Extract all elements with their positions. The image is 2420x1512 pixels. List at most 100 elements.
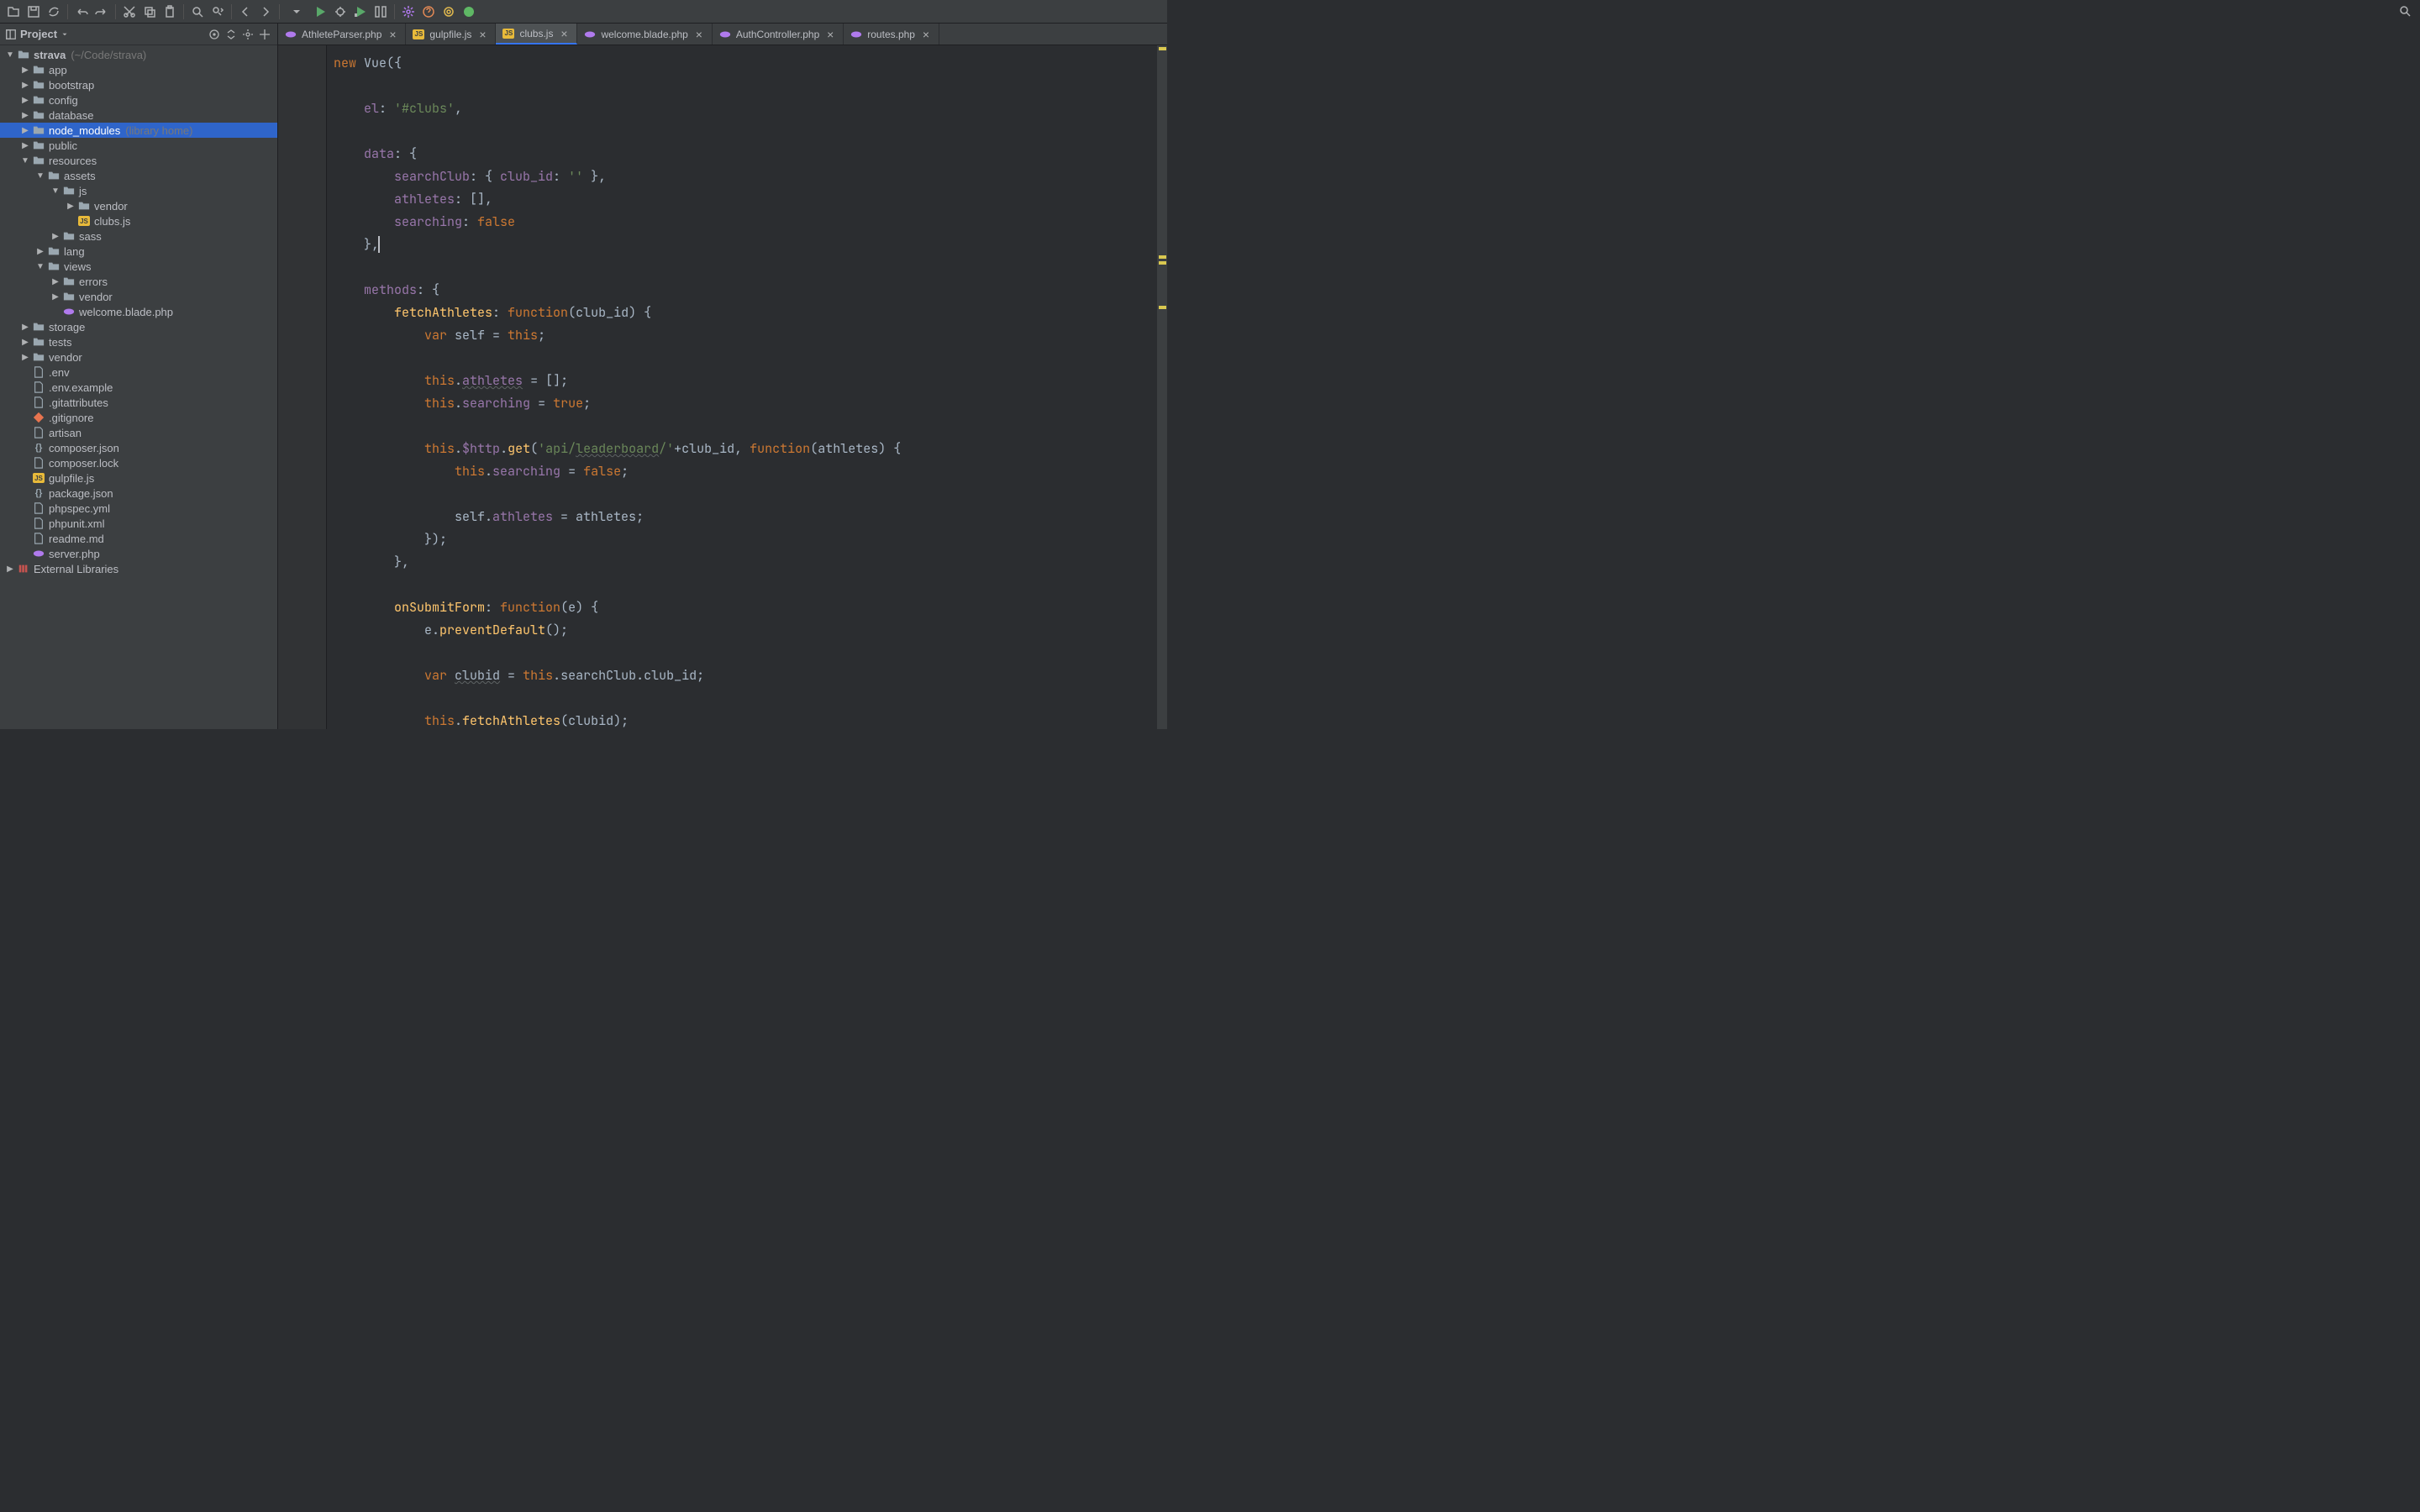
expand-arrow-icon[interactable] — [34, 260, 47, 273]
tree-item[interactable]: database — [0, 108, 277, 123]
tree-item[interactable]: vendor — [0, 198, 277, 213]
tree-item[interactable]: vendor — [0, 349, 277, 365]
tree-item[interactable]: assets — [0, 168, 277, 183]
editor-tab[interactable]: JSgulpfile.js× — [406, 24, 496, 45]
run-config-dropdown[interactable] — [285, 3, 308, 20]
warning-mark[interactable] — [1159, 306, 1166, 309]
editor-gutter[interactable] — [278, 45, 327, 729]
collapse-icon[interactable] — [224, 27, 239, 42]
tree-item[interactable]: .gitattributes — [0, 395, 277, 410]
tree-item[interactable]: node_modules(library home) — [0, 123, 277, 138]
tree-item[interactable]: artisan — [0, 425, 277, 440]
expand-arrow-icon[interactable] — [3, 48, 17, 61]
tree-item[interactable]: {}composer.json — [0, 440, 277, 455]
settings-icon[interactable] — [400, 3, 417, 20]
tree-item[interactable]: app — [0, 62, 277, 77]
external-libraries[interactable]: External Libraries — [0, 561, 277, 576]
expand-arrow-icon[interactable] — [18, 335, 32, 349]
tree-item[interactable]: JSgulpfile.js — [0, 470, 277, 486]
editor-tab[interactable]: AthleteParser.php× — [278, 24, 406, 45]
tree-item[interactable]: .gitignore — [0, 410, 277, 425]
close-icon[interactable]: × — [387, 28, 398, 41]
back-icon[interactable] — [237, 3, 254, 20]
close-icon[interactable]: × — [920, 28, 932, 41]
editor-tab[interactable]: AuthController.php× — [713, 24, 844, 45]
tree-item[interactable]: phpunit.xml — [0, 516, 277, 531]
tree-item[interactable]: vendor — [0, 289, 277, 304]
gear-icon[interactable] — [240, 27, 255, 42]
tree-item[interactable]: errors — [0, 274, 277, 289]
tree-item[interactable]: resources — [0, 153, 277, 168]
sync-icon[interactable] — [45, 3, 62, 20]
code-content[interactable]: new Vue({ el: '#clubs', data: { searchCl… — [327, 45, 1167, 729]
expand-arrow-icon[interactable] — [34, 169, 47, 182]
tree-item[interactable]: .env — [0, 365, 277, 380]
tree-item[interactable]: views — [0, 259, 277, 274]
tree-item[interactable]: lang — [0, 244, 277, 259]
expand-arrow-icon[interactable] — [18, 154, 32, 167]
close-icon[interactable]: × — [693, 28, 705, 41]
code-editor[interactable]: new Vue({ el: '#clubs', data: { searchCl… — [278, 45, 1167, 729]
expand-arrow-icon[interactable] — [18, 78, 32, 92]
expand-arrow-icon[interactable] — [18, 63, 32, 76]
tree-item[interactable]: phpspec.yml — [0, 501, 277, 516]
warning-mark[interactable] — [1159, 47, 1166, 50]
expand-arrow-icon[interactable] — [18, 123, 32, 137]
copy-icon[interactable] — [141, 3, 158, 20]
replace-icon[interactable] — [209, 3, 226, 20]
locate-icon[interactable] — [207, 27, 222, 42]
expand-arrow-icon[interactable] — [18, 108, 32, 122]
profile-icon[interactable] — [372, 3, 389, 20]
editor-tab[interactable]: JSclubs.js× — [496, 24, 577, 45]
close-icon[interactable]: × — [824, 28, 836, 41]
hide-icon[interactable] — [257, 27, 272, 42]
paste-icon[interactable] — [161, 3, 178, 20]
cut-icon[interactable] — [121, 3, 138, 20]
new-ui-icon[interactable] — [460, 3, 477, 20]
find-icon[interactable] — [189, 3, 206, 20]
sidebar-title[interactable]: Project — [5, 28, 69, 40]
expand-arrow-icon[interactable] — [18, 93, 32, 107]
project-tree[interactable]: strava (~/Code/strava) appbootstrapconfi… — [0, 45, 277, 729]
search-everywhere-icon[interactable] — [2396, 3, 2413, 19]
tree-item[interactable]: public — [0, 138, 277, 153]
run-icon[interactable] — [312, 3, 329, 20]
expand-arrow-icon[interactable] — [49, 275, 62, 288]
tree-item[interactable]: .env.example — [0, 380, 277, 395]
close-icon[interactable]: × — [476, 28, 488, 41]
tree-item[interactable]: welcome.blade.php — [0, 304, 277, 319]
tree-item[interactable]: bootstrap — [0, 77, 277, 92]
tree-item[interactable]: {}package.json — [0, 486, 277, 501]
tree-item[interactable]: server.php — [0, 546, 277, 561]
editor-tab[interactable]: routes.php× — [844, 24, 939, 45]
expand-arrow-icon[interactable] — [3, 562, 17, 575]
scrollbar-marks[interactable] — [1157, 45, 1167, 729]
help-icon[interactable] — [420, 3, 437, 20]
tree-item[interactable]: readme.md — [0, 531, 277, 546]
open-icon[interactable] — [5, 3, 22, 20]
expand-arrow-icon[interactable] — [49, 184, 62, 197]
warning-mark[interactable] — [1159, 261, 1166, 265]
tree-item[interactable]: storage — [0, 319, 277, 334]
expand-arrow-icon[interactable] — [18, 320, 32, 333]
expand-arrow-icon[interactable] — [18, 350, 32, 364]
save-icon[interactable] — [25, 3, 42, 20]
tree-item[interactable]: sass — [0, 228, 277, 244]
tree-item[interactable]: composer.lock — [0, 455, 277, 470]
forward-icon[interactable] — [257, 3, 274, 20]
ide-settings-icon[interactable] — [440, 3, 457, 20]
tree-item[interactable]: js — [0, 183, 277, 198]
expand-arrow-icon[interactable] — [34, 244, 47, 258]
undo-icon[interactable] — [73, 3, 90, 20]
redo-icon[interactable] — [93, 3, 110, 20]
tree-item[interactable]: JSclubs.js — [0, 213, 277, 228]
expand-arrow-icon[interactable] — [49, 290, 62, 303]
coverage-icon[interactable] — [352, 3, 369, 20]
editor-tab[interactable]: welcome.blade.php× — [577, 24, 712, 45]
expand-arrow-icon[interactable] — [49, 229, 62, 243]
expand-arrow-icon[interactable] — [18, 139, 32, 152]
warning-mark[interactable] — [1159, 255, 1166, 259]
tree-item[interactable]: config — [0, 92, 277, 108]
expand-arrow-icon[interactable] — [64, 199, 77, 213]
close-icon[interactable]: × — [558, 27, 570, 40]
